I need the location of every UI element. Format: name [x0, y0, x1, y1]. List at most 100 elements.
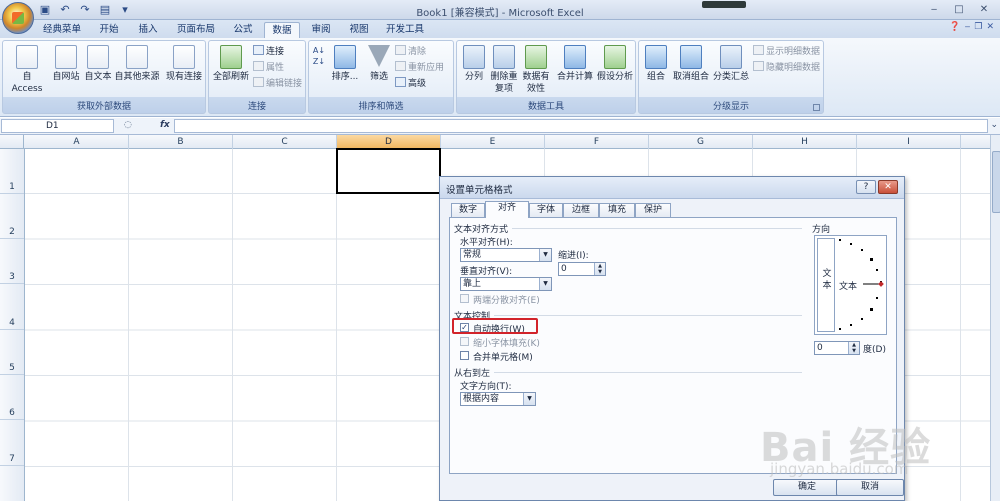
section-divider — [494, 315, 802, 316]
text-direction-label: 文字方向(T): — [460, 382, 512, 392]
filter-button[interactable]: 筛选 — [365, 45, 393, 83]
dialog-tab-border[interactable]: 边框 — [563, 203, 599, 218]
dialog-tab-fill[interactable]: 填充 — [599, 203, 635, 218]
maximize-button[interactable]: □ — [947, 2, 971, 17]
advanced-filter-button[interactable]: 高级 — [395, 77, 426, 90]
other-sources-icon — [126, 45, 148, 69]
office-button[interactable] — [2, 2, 34, 34]
dialog-tab-number[interactable]: 数字 — [451, 203, 485, 218]
ribbon-restore-icon[interactable]: ❐ — [974, 22, 982, 32]
select-all-corner[interactable] — [0, 135, 24, 149]
row-header[interactable]: 4 — [0, 284, 24, 330]
dialog-help-button[interactable]: ? — [856, 180, 876, 194]
vertical-text-button[interactable]: 文 本 — [817, 238, 835, 332]
cancel-formula-icon[interactable]: ◌ — [124, 119, 132, 132]
clear-filter-button[interactable]: 清除 — [395, 45, 426, 58]
cancel-button[interactable]: 取消 — [836, 479, 904, 496]
vertical-align-select[interactable]: 靠上 ▼ — [460, 277, 552, 291]
ribbon-minimize-icon[interactable]: ‒ — [965, 22, 971, 32]
expand-formula-icon[interactable]: ⌄ — [990, 120, 998, 130]
refresh-all-button[interactable]: 全部刷新 — [211, 45, 251, 83]
row-header[interactable]: 1 — [0, 149, 24, 194]
consolidate-button[interactable]: 合并计算 — [555, 45, 595, 83]
group-label-outline: 分级显示 — [712, 102, 749, 112]
column-header-d[interactable]: D — [337, 135, 441, 149]
orientation-box[interactable]: 文 本 文本 — [814, 235, 887, 335]
dialog-tab-alignment[interactable]: 对齐 — [485, 201, 529, 218]
ungroup-icon — [680, 45, 702, 69]
column-header-h[interactable]: H — [753, 135, 857, 149]
tab-classic-menu[interactable]: 经典菜单 — [36, 22, 88, 38]
row-header[interactable]: 7 — [0, 420, 24, 466]
reapply-icon — [395, 61, 406, 71]
dialog-tab-font[interactable]: 字体 — [529, 203, 563, 218]
edit-links-button[interactable]: 编辑链接 — [253, 77, 302, 90]
tab-insert[interactable]: 插入 — [130, 22, 166, 38]
column-header-f[interactable]: F — [545, 135, 649, 149]
connections-button[interactable]: 连接 — [253, 45, 284, 58]
from-access-button[interactable]: 自 Access — [7, 45, 47, 95]
degrees-spinner[interactable]: 0 ▲ ▼ — [814, 341, 860, 355]
tab-review[interactable]: 审阅 — [304, 22, 338, 38]
reapply-button[interactable]: 重新应用 — [395, 61, 444, 74]
text-direction-select[interactable]: 根据内容 ▼ — [460, 392, 536, 406]
column-header-c[interactable]: C — [233, 135, 337, 149]
tab-formulas[interactable]: 公式 — [226, 22, 260, 38]
baidu-watermark-url: jingyan.baidu.com — [770, 460, 909, 478]
text-to-columns-button[interactable]: 分列 — [459, 45, 489, 83]
row-header[interactable]: 5 — [0, 330, 24, 375]
justify-distributed-checkbox[interactable] — [460, 294, 469, 303]
from-other-sources-button[interactable]: 自其他来源 — [113, 45, 161, 83]
tab-developer[interactable]: 开发工具 — [380, 22, 430, 38]
window-title: Book1 [兼容模式] - Microsoft Excel — [416, 8, 584, 19]
row-header[interactable]: 2 — [0, 194, 24, 239]
subtotal-button[interactable]: 分类汇总 — [711, 45, 751, 83]
help-icon[interactable]: ❓ — [949, 22, 960, 32]
indent-spinner[interactable]: 0 ▲ ▼ — [558, 262, 606, 276]
active-cell-d1[interactable] — [336, 148, 441, 194]
dialog-tab-protection[interactable]: 保护 — [635, 203, 671, 218]
tab-data[interactable]: 数据 — [264, 22, 300, 38]
vertical-scrollbar[interactable] — [990, 135, 1000, 501]
merge-cells-checkbox[interactable] — [460, 351, 469, 360]
degrees-label: 度(D) — [863, 345, 886, 355]
from-text-button[interactable]: 自文本 — [83, 45, 113, 83]
sort-ascending-button[interactable]: A↓ Z↓ — [311, 45, 327, 67]
what-if-analysis-button[interactable]: 假设分析 — [595, 45, 635, 83]
ribbon-close-icon[interactable]: ✕ — [986, 22, 994, 32]
hide-detail-button[interactable]: 隐藏明细数据 — [753, 61, 820, 74]
remove-duplicates-button[interactable]: 删除重复项 — [489, 45, 519, 95]
properties-button[interactable]: 属性 — [253, 61, 284, 74]
minimize-button[interactable]: ‒ — [922, 2, 946, 17]
show-detail-button[interactable]: 显示明细数据 — [753, 45, 820, 58]
tab-view[interactable]: 视图 — [342, 22, 376, 38]
column-header-g[interactable]: G — [649, 135, 753, 149]
close-window-button[interactable]: ✕ — [972, 2, 996, 17]
column-header-a[interactable]: A — [25, 135, 129, 149]
sort-button[interactable]: 排序... — [331, 45, 359, 83]
group-icon — [645, 45, 667, 69]
group-outline: 组合 取消组合 分类汇总 显示明细数据 隐藏明细数据 分级显示 — [638, 40, 824, 114]
ungroup-button[interactable]: 取消组合 — [671, 45, 711, 83]
name-box[interactable]: D1 — [1, 119, 114, 133]
existing-connections-button[interactable]: 现有连接 — [165, 45, 203, 83]
from-web-button[interactable]: 自网站 — [49, 45, 83, 83]
formula-input[interactable] — [174, 119, 988, 133]
column-header-e[interactable]: E — [441, 135, 545, 149]
data-validation-button[interactable]: 数据有效性 — [521, 45, 551, 95]
group-button[interactable]: 组合 — [641, 45, 671, 83]
column-header-i[interactable]: I — [857, 135, 961, 149]
dialog-title-bar[interactable]: 设置单元格格式 ? ✕ — [440, 177, 904, 199]
ok-button[interactable]: 确定 — [773, 479, 841, 496]
column-header-b[interactable]: B — [129, 135, 233, 149]
horizontal-align-select[interactable]: 常规 ▼ — [460, 248, 552, 262]
what-if-icon — [604, 45, 626, 69]
outline-dialog-launcher[interactable] — [813, 104, 820, 111]
shrink-to-fit-checkbox[interactable] — [460, 337, 469, 346]
insert-function-icon[interactable]: fx — [160, 119, 170, 132]
row-header[interactable]: 6 — [0, 375, 24, 420]
row-header[interactable]: 3 — [0, 239, 24, 284]
tab-home[interactable]: 开始 — [90, 22, 128, 38]
dialog-close-button[interactable]: ✕ — [878, 180, 898, 194]
tab-page-layout[interactable]: 页面布局 — [168, 22, 224, 38]
